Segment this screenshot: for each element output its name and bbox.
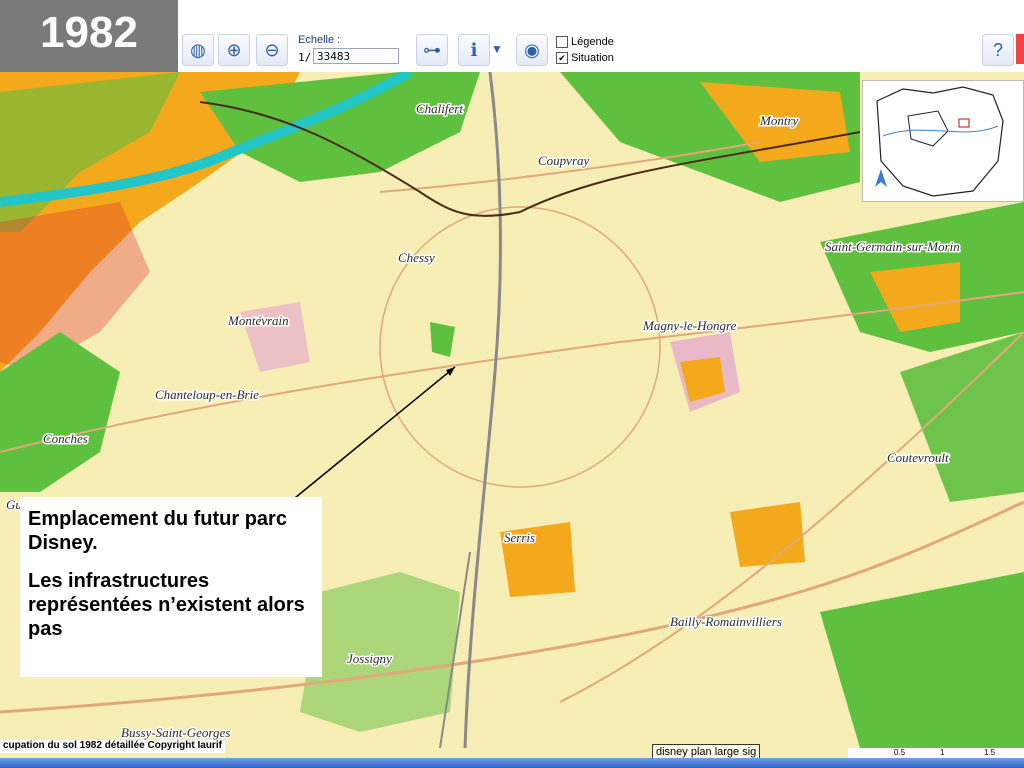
copyright-caption: cupation du sol 1982 détaillée Copyright… xyxy=(0,740,225,753)
place-bussy: Bussy-Saint-Georges xyxy=(121,725,230,740)
urban-bailly xyxy=(730,502,805,567)
callout-line-1: Emplacement du futur parc Disney. xyxy=(28,508,287,554)
place-chessy: Chessy xyxy=(398,250,435,265)
place-saint-germain: Saint-Germain-sur-Morin xyxy=(825,239,960,254)
scale-bar: 0.5 1 1.5 xyxy=(848,748,1024,758)
inset-outline xyxy=(876,86,1004,197)
zoom-out-icon[interactable]: ⊖ xyxy=(256,34,288,66)
scale-input[interactable] xyxy=(313,48,399,64)
zoom-in-icon[interactable]: ⊕ xyxy=(218,34,250,66)
place-serris: Serris xyxy=(504,530,535,545)
close-edge-icon[interactable] xyxy=(1016,34,1024,64)
callout-line-2: Les infrastructures représentées n’exist… xyxy=(28,570,305,640)
place-montry: Montry xyxy=(759,113,799,128)
annotation-callout: Emplacement du futur parc Disney. Les in… xyxy=(20,497,322,677)
situation-inset-map[interactable] xyxy=(862,80,1024,202)
help-icon[interactable]: ? xyxy=(982,34,1014,66)
place-chalifert: Chalifert xyxy=(416,101,463,116)
place-coupvray: Coupvray xyxy=(538,153,590,168)
legend-checkbox-label: Légende xyxy=(571,36,614,48)
binoculars-icon[interactable]: ⊶ xyxy=(416,34,448,66)
situation-checkbox[interactable]: ✔ Situation xyxy=(556,52,614,64)
info-icon[interactable]: ℹ xyxy=(458,34,490,66)
place-bailly: Bailly-Romainvilliers xyxy=(670,614,782,629)
situation-checkbox-label: Situation xyxy=(571,52,614,64)
map-toolbar: 1982 ◍ ⊕ ⊖ Echelle : 1/ ⊶ ℹ ▼ ◉ Légende … xyxy=(0,0,1024,74)
dropdown-arrow-icon[interactable]: ▼ xyxy=(488,34,506,64)
scale-tick-1: 1 xyxy=(940,748,945,757)
place-chanteloup: Chanteloup-en-Brie xyxy=(155,387,259,402)
legend-checkbox-box[interactable] xyxy=(556,36,568,48)
place-montevrain: Montévrain xyxy=(227,313,289,328)
legend-checkbox[interactable]: Légende xyxy=(556,36,614,48)
year-label: 1982 xyxy=(40,8,138,57)
place-conches: Conches xyxy=(43,431,88,446)
inset-map-drawing xyxy=(875,86,1004,197)
globe-icon[interactable]: ◍ xyxy=(182,34,214,66)
place-coutevroult: Coutevroult xyxy=(887,450,949,465)
scale-prefix: 1/ xyxy=(298,51,312,64)
taskbar xyxy=(0,758,1024,768)
globe-add-icon[interactable]: ◉ xyxy=(516,34,548,66)
scale-tick-2: 1.5 xyxy=(984,748,996,757)
place-jossigny: Jossigny xyxy=(347,651,392,666)
year-badge: 1982 xyxy=(0,0,178,72)
scale-tick-0: 0.5 xyxy=(894,748,906,757)
place-magny: Magny-le-Hongre xyxy=(642,318,737,333)
situation-checkbox-box[interactable]: ✔ xyxy=(556,52,568,64)
north-arrow-icon xyxy=(875,169,887,187)
scale-label: Echelle : xyxy=(298,34,341,46)
